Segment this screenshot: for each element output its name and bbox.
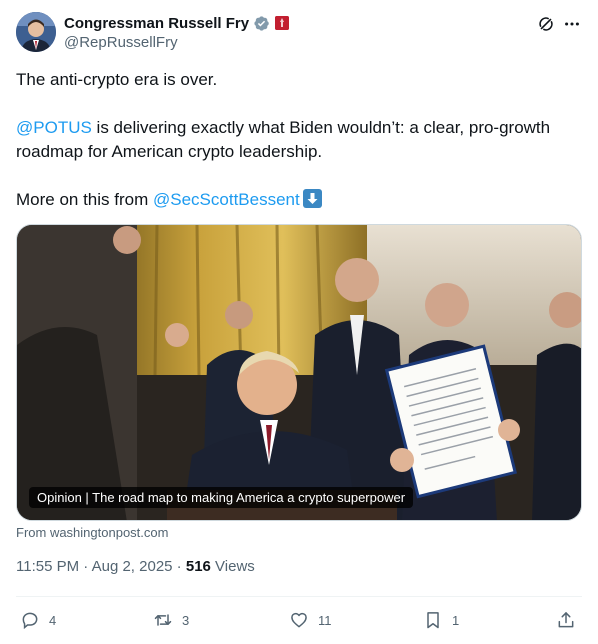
article-photo — [17, 225, 581, 520]
more-icon[interactable] — [562, 14, 582, 34]
action-bar: 4 3 11 1 — [16, 606, 582, 634]
tweet-time[interactable]: 11:55 PM — [16, 558, 79, 575]
link-card-caption[interactable]: Opinion | The road map to making America… — [29, 487, 414, 508]
meta-separator: · — [79, 558, 92, 575]
tweet-line-1: The anti-crypto era is over. — [16, 70, 218, 89]
share-icon — [558, 612, 574, 628]
reply-count: 4 — [49, 612, 57, 628]
views-label: Views — [210, 558, 255, 575]
mention-secscottbessent[interactable]: @SecScottBessent — [153, 190, 300, 209]
grok-icon[interactable] — [536, 14, 556, 34]
bookmark-icon — [427, 612, 439, 629]
like-button[interactable]: 11 — [289, 606, 332, 634]
link-source[interactable]: From washingtonpost.com — [16, 525, 168, 540]
share-button[interactable] — [556, 606, 576, 634]
tweet-text: The anti-crypto era is over. @POTUS is d… — [16, 68, 582, 236]
meta-separator-2: · — [172, 558, 186, 575]
repost-icon — [154, 614, 172, 626]
tweet-line-2-text: is delivering exactly what Biden wouldn’… — [16, 118, 551, 161]
avatar[interactable] — [16, 12, 56, 52]
author-handle[interactable]: @RepRussellFry — [64, 34, 289, 51]
reply-button[interactable]: 4 — [20, 606, 56, 634]
link-card-image[interactable]: Opinion | The road map to making America… — [16, 224, 582, 521]
tweet-date[interactable]: Aug 2, 2025 — [92, 558, 173, 575]
repost-button[interactable]: 3 — [153, 606, 189, 634]
reply-icon — [22, 612, 38, 630]
heart-icon — [291, 612, 307, 628]
down-arrow-emoji-icon — [302, 189, 322, 208]
divider — [16, 596, 582, 597]
mention-potus[interactable]: @POTUS — [16, 118, 92, 137]
tweet-header: Congressman Russell Fry @RepRussellFry — [16, 12, 582, 54]
author-display-name[interactable]: Congressman Russell Fry — [64, 15, 249, 32]
tweet-line-3-text: More on this from — [16, 190, 153, 209]
bookmark-count: 1 — [452, 612, 460, 628]
views-count: 516 — [185, 558, 211, 575]
tweet-line-3: More on this from @SecScottBessent — [16, 188, 582, 212]
bookmark-button[interactable]: 1 — [423, 606, 459, 634]
tweet-line-2: @POTUS is delivering exactly what Biden … — [16, 116, 582, 164]
house-of-representatives-flag-icon[interactable] — [275, 16, 290, 30]
tweet-meta: 11:55 PM · Aug 2, 2025 · 516 Views — [16, 558, 255, 575]
repost-count: 3 — [182, 612, 190, 628]
grey-verified-badge-icon[interactable] — [253, 15, 270, 32]
like-count: 11 — [318, 612, 332, 628]
